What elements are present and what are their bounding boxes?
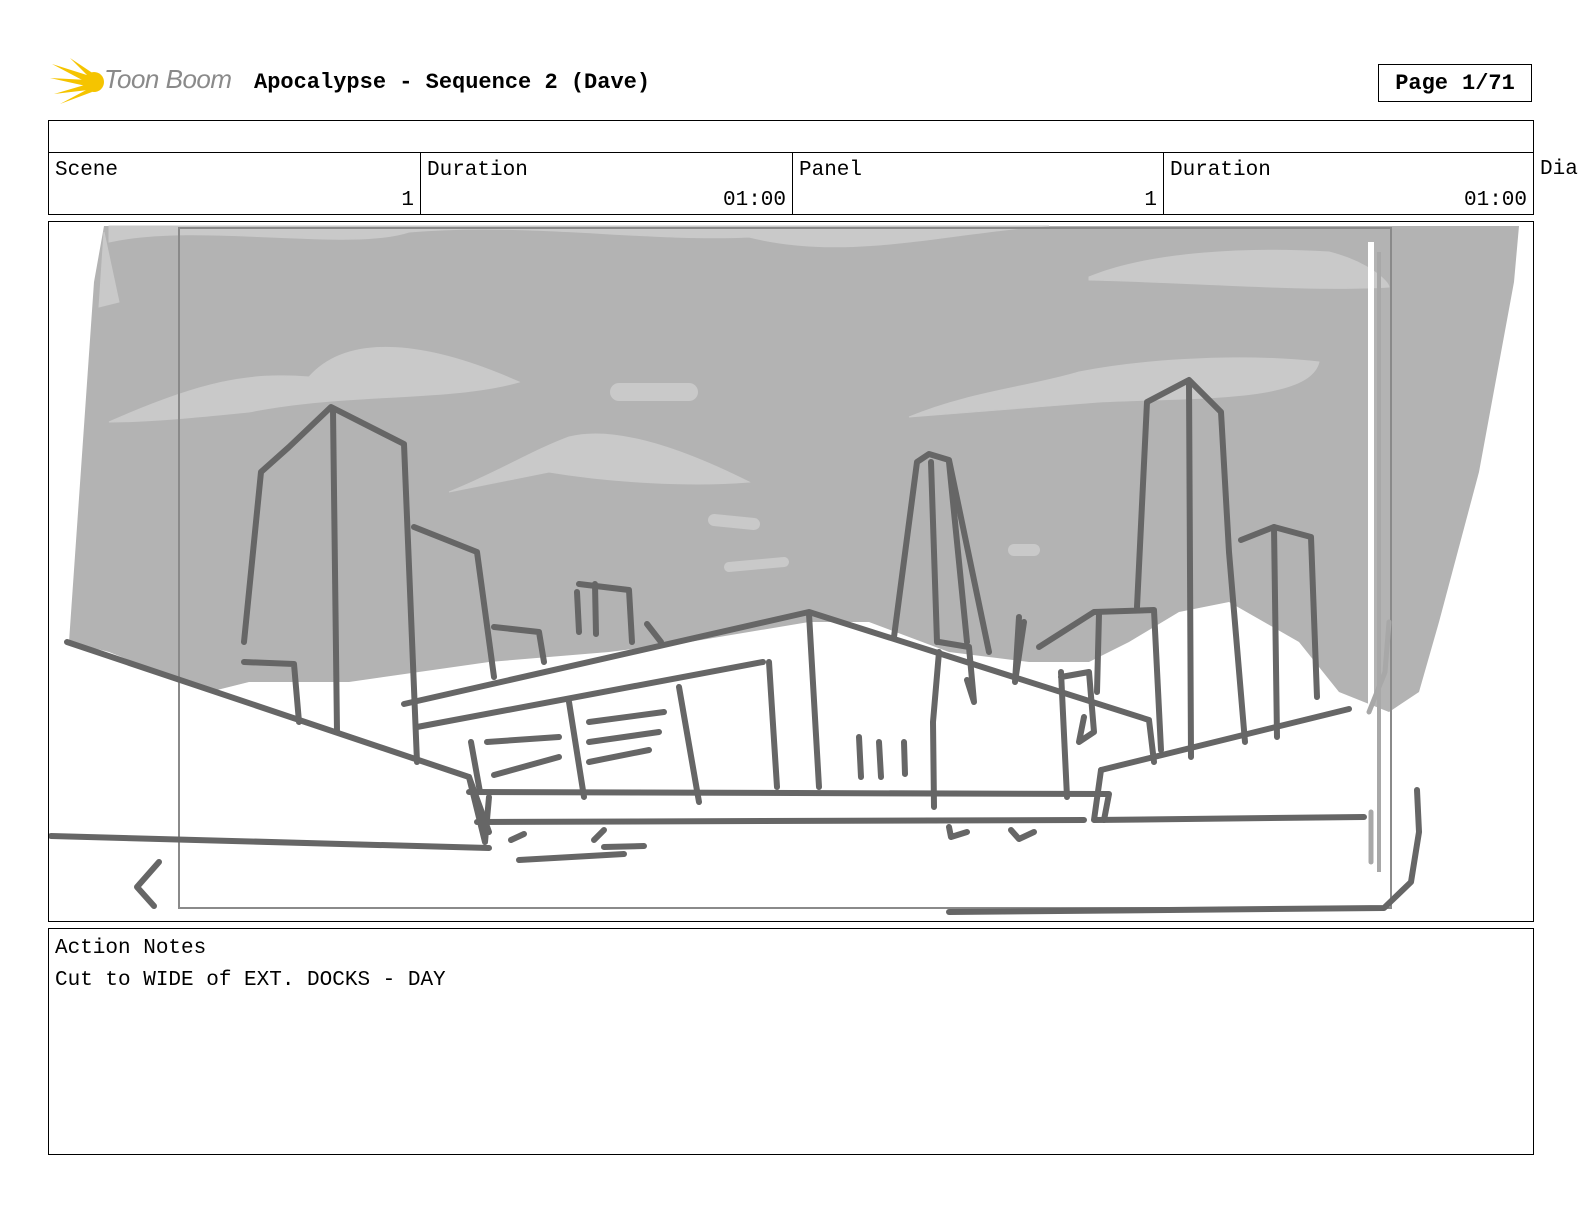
- action-notes-box: Action Notes Cut to WIDE of EXT. DOCKS -…: [48, 928, 1534, 1155]
- panel-duration-cell: Duration 01:00: [1164, 153, 1533, 214]
- panel-label: Panel: [799, 159, 863, 182]
- document-title: Apocalypse - Sequence 2 (Dave): [254, 70, 651, 95]
- scene-info-row: Scene 1 Duration 01:00 Panel 1 Duration …: [48, 152, 1534, 215]
- panel-duration-label: Duration: [1170, 159, 1271, 182]
- panel-duration-value: 01:00: [1463, 189, 1527, 212]
- page-value: 1/71: [1462, 70, 1515, 96]
- storyboard-sketch: [49, 225, 1519, 915]
- action-notes-text: Cut to WIDE of EXT. DOCKS - DAY: [55, 969, 446, 992]
- sky: [69, 226, 1519, 712]
- page-label: Page: [1395, 70, 1448, 96]
- scene-duration-cell: Duration 01:00: [421, 153, 793, 214]
- logo-text: Toon Boom: [104, 64, 232, 94]
- panel-cell: Panel 1: [793, 153, 1164, 214]
- panel-value: 1: [1144, 189, 1157, 212]
- scene-duration-label: Duration: [427, 159, 528, 182]
- page-indicator: Page 1/71: [1378, 64, 1532, 102]
- scene-duration-value: 01:00: [722, 189, 786, 212]
- action-notes-label: Action Notes: [55, 937, 207, 960]
- storyboard-panel: [48, 221, 1534, 922]
- scene-cell: Scene 1: [49, 153, 421, 214]
- dialog-label: Dia: [1540, 158, 1578, 181]
- scene-label: Scene: [55, 159, 119, 182]
- blank-header-row: [48, 120, 1534, 153]
- scene-value: 1: [401, 189, 414, 212]
